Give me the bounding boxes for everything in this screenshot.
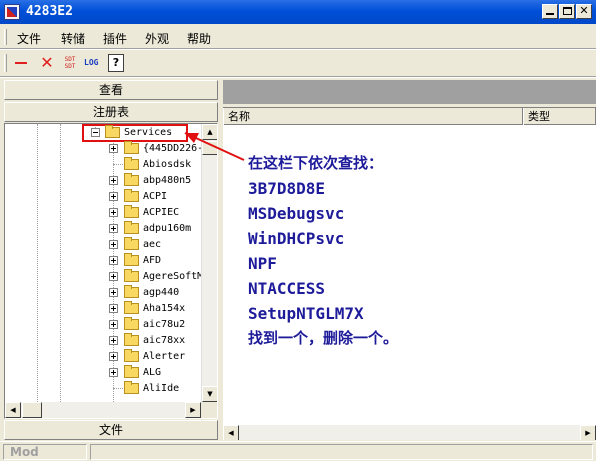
status-panel <box>90 444 593 460</box>
status-mod: Mod <box>3 444 87 460</box>
annotation-line: 找到一个，删除一个。 <box>248 329 399 347</box>
annotation-line: MSDebugsvc <box>248 204 345 223</box>
annotation-line: NPF <box>248 254 277 273</box>
status-bar: Mod <box>0 441 596 461</box>
annotation-line: 在这栏下依次查找： <box>248 154 384 172</box>
annotation-line: NTACCESS <box>248 279 326 298</box>
annotation-line: WinDHCPsvc <box>248 229 345 248</box>
annotation-line: 3B7D8D8E <box>248 179 326 198</box>
annotation-line: SetupNTGLM7X <box>248 304 364 323</box>
instruction-annotation: 在这栏下依次查找： 3B7D8D8E MSDebugsvc WinDHCPsvc… <box>248 151 398 351</box>
